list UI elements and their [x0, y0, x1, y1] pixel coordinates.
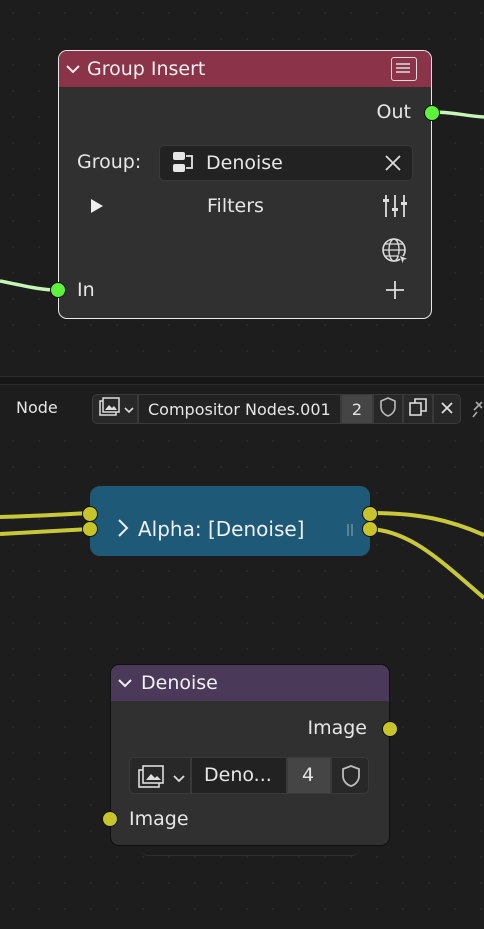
output-image-label: Image — [307, 717, 367, 739]
filters-label[interactable]: Filters — [207, 195, 264, 217]
input-image-socket[interactable] — [102, 811, 118, 827]
in-socket[interactable] — [50, 282, 66, 298]
node-tree-icon — [170, 150, 198, 180]
node-header[interactable]: Denoise — [111, 665, 389, 701]
shield-icon — [379, 397, 397, 421]
node-header[interactable]: Group Insert — [59, 51, 431, 87]
output-socket-2[interactable] — [362, 521, 378, 537]
chevron-down-icon[interactable] — [111, 674, 139, 692]
users-count[interactable]: 2 — [341, 394, 373, 424]
alpha-node-title: Alpha: [Denoise] — [138, 517, 305, 541]
users-count[interactable]: 4 — [287, 757, 331, 794]
out-socket[interactable] — [424, 105, 440, 121]
fake-user-button[interactable] — [373, 394, 403, 424]
out-label: Out — [376, 101, 411, 123]
image-icon — [138, 765, 166, 793]
node-title: Denoise — [141, 672, 218, 694]
plus-icon[interactable] — [385, 280, 405, 304]
input-socket-1[interactable] — [82, 506, 98, 522]
duplicate-button[interactable] — [403, 394, 433, 424]
chevron-down-icon — [172, 770, 186, 789]
unlink-button[interactable] — [433, 394, 461, 424]
image-icon — [99, 397, 121, 421]
input-image-label: Image — [129, 808, 189, 830]
alpha-group-node[interactable]: Alpha: [Denoise] — [82, 486, 378, 567]
close-icon[interactable] — [384, 154, 402, 176]
chevron-down-icon[interactable] — [59, 60, 87, 78]
mode-label[interactable]: Node — [16, 398, 58, 417]
group-insert-node[interactable]: Group Insert Out Group: Denoise Filters … — [50, 50, 440, 319]
nodetree-name: Compositor Nodes.001 — [148, 399, 331, 419]
duplicate-icon — [408, 397, 428, 421]
browse-datablock-button[interactable] — [129, 757, 191, 794]
chevron-down-icon — [123, 400, 135, 419]
chevron-right-icon[interactable] — [116, 518, 130, 542]
pin-icon[interactable] — [470, 398, 484, 424]
sliders-icon[interactable] — [381, 193, 409, 223]
drag-handle-icon[interactable] — [346, 522, 354, 541]
globe-icon[interactable] — [381, 237, 411, 271]
output-image-socket[interactable] — [382, 721, 398, 737]
datablock-name-field[interactable]: Deno... — [191, 757, 287, 794]
nodetree-name-field[interactable]: Compositor Nodes.001 — [138, 394, 341, 424]
node-shadow — [140, 845, 360, 856]
close-icon — [440, 400, 454, 419]
group-value: Denoise — [206, 152, 283, 174]
play-icon[interactable] — [89, 197, 105, 219]
in-label: In — [77, 279, 95, 301]
area-divider[interactable] — [0, 376, 484, 385]
datablock-name: Deno... — [204, 764, 272, 786]
output-socket-1[interactable] — [362, 506, 378, 522]
fake-user-button[interactable] — [331, 757, 369, 794]
denoise-node[interactable]: Denoise Image Deno... 4 Image — [102, 664, 398, 846]
input-socket-2[interactable] — [82, 521, 98, 537]
node-title: Group Insert — [87, 58, 206, 80]
list-icon[interactable] — [391, 57, 417, 81]
shield-icon — [340, 764, 362, 792]
group-label: Group: — [77, 151, 142, 173]
group-field[interactable]: Denoise — [159, 145, 413, 181]
browse-nodetree-button[interactable] — [92, 394, 138, 424]
